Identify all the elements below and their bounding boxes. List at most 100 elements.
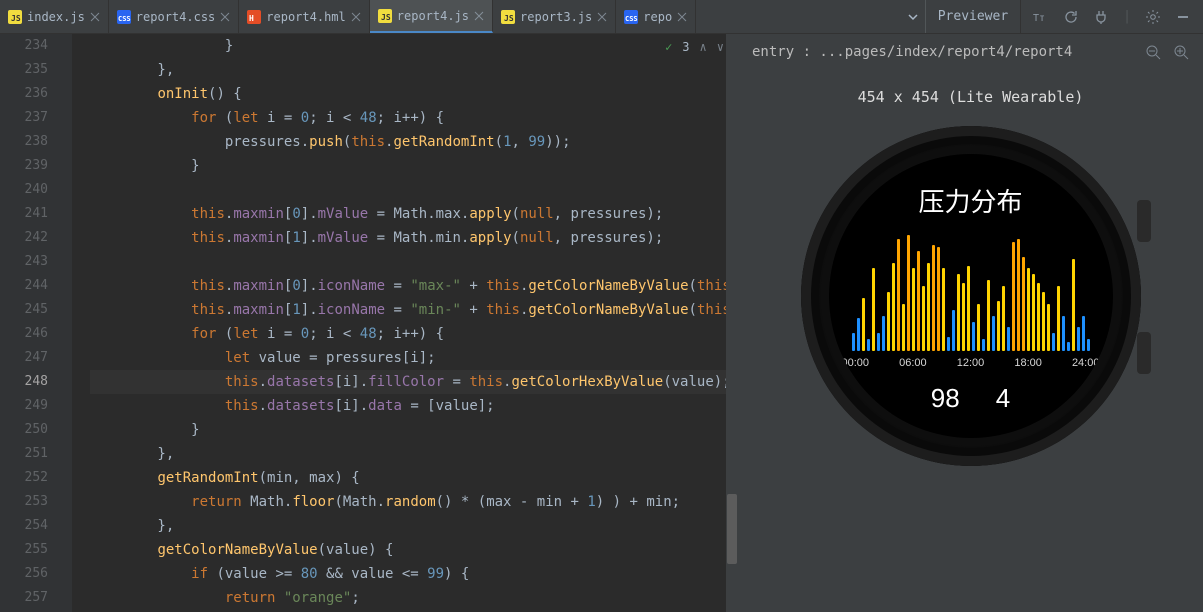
zoom-in-icon[interactable] [1173,44,1189,60]
line-number[interactable]: 256 [0,562,48,586]
line-number[interactable]: 247 [0,346,48,370]
code-line[interactable]: this.maxmin[0].mValue = Math.max.apply(n… [90,202,738,226]
line-number[interactable]: 248 [0,370,48,394]
code-line[interactable]: if (value >= 80 && value <= 99) { [90,562,738,586]
code-line[interactable]: this.maxmin[1].mValue = Math.min.apply(n… [90,226,738,250]
tab-label: report3.js [520,10,592,24]
code-line[interactable]: getColorNameByValue(value) { [90,538,738,562]
tab-report4-js[interactable]: JS report4.js [370,0,493,33]
zoom-out-icon[interactable] [1145,44,1161,60]
code-line[interactable]: } [90,418,738,442]
bar [967,266,970,351]
bar [1077,327,1080,351]
line-number[interactable]: 242 [0,226,48,250]
code-line[interactable]: getRandomInt(min, max) { [90,466,738,490]
text-size-icon[interactable]: Tт [1033,9,1049,25]
tab-index-js[interactable]: JSindex.js [0,0,109,33]
max-value: 98 [931,383,960,414]
line-number[interactable]: 251 [0,442,48,466]
file-icon: JS [378,9,392,23]
file-icon: H [247,10,261,24]
code-line[interactable]: return Math.floor(Math.random() * (max -… [90,490,738,514]
tab-report3-js[interactable]: JSreport3.js [493,0,616,33]
code-line[interactable]: this.maxmin[1].iconName = "min-" + this.… [90,298,738,322]
code-line[interactable]: }, [90,514,738,538]
line-number[interactable]: 239 [0,154,48,178]
line-number[interactable]: 238 [0,130,48,154]
inspection-widget[interactable]: ✓ 3 ∧ ∨ [665,40,724,54]
bar [957,274,960,351]
close-icon[interactable] [220,12,230,22]
bar [1027,268,1030,351]
watch-device-frame: 压力分布 00:0006:0012:0018:0024:00 98 4 [801,126,1141,466]
line-number[interactable]: 249 [0,394,48,418]
next-highlight-icon[interactable]: ∨ [717,40,724,54]
line-number[interactable]: 237 [0,106,48,130]
bar [1007,327,1010,351]
line-number[interactable]: 255 [0,538,48,562]
code-line[interactable]: for (let i = 0; i < 48; i++) { [90,106,738,130]
tab-repo[interactable]: CSSrepo [616,0,696,33]
line-number[interactable]: 241 [0,202,48,226]
svg-text:JS: JS [11,14,21,23]
code-line[interactable]: }, [90,58,738,82]
code-line[interactable]: for (let i = 0; i < 48; i++) { [90,322,738,346]
close-icon[interactable] [597,12,607,22]
bar [907,235,910,351]
code-line[interactable]: this.datasets[i].fillColor = this.getCol… [90,370,738,394]
minimize-icon[interactable] [1175,9,1191,25]
code-line[interactable]: return "orange"; [90,586,738,610]
editor-vertical-scrollbar[interactable] [726,34,738,612]
code-line[interactable]: } [90,34,738,58]
close-icon[interactable] [90,12,100,22]
gear-icon[interactable] [1145,9,1161,25]
line-number[interactable]: 254 [0,514,48,538]
chart-title: 压力分布 [918,182,1022,219]
line-number[interactable]: 244 [0,274,48,298]
code-line[interactable]: pressures.push(this.getRandomInt(1, 99))… [90,130,738,154]
tab-report4-css[interactable]: CSSreport4.css [109,0,239,33]
line-number[interactable]: 245 [0,298,48,322]
code-editor[interactable]: 2342352362372382392402412422432442452462… [0,34,738,612]
code-line[interactable]: this.maxmin[0].iconName = "max-" + this.… [90,274,738,298]
prev-highlight-icon[interactable]: ∧ [700,40,707,54]
code-line[interactable]: onInit() { [90,82,738,106]
line-number[interactable]: 257 [0,586,48,610]
line-number[interactable]: 240 [0,178,48,202]
line-number[interactable]: 234 [0,34,48,58]
code-line[interactable]: this.datasets[i].data = [value]; [90,394,738,418]
bar [1032,274,1035,351]
code-area[interactable]: } }, onInit() { for (let i = 0; i < 48; … [72,34,738,612]
tab-label: report4.js [397,9,469,23]
line-number[interactable]: 236 [0,82,48,106]
code-line[interactable]: }, [90,442,738,466]
plug-icon[interactable] [1093,9,1109,25]
line-number[interactable]: 243 [0,250,48,274]
line-number[interactable]: 253 [0,490,48,514]
file-icon: JS [8,10,22,24]
tab-report4-hml[interactable]: Hreport4.hml [239,0,369,33]
line-number[interactable]: 250 [0,418,48,442]
tab-label: repo [643,10,672,24]
code-line[interactable] [90,178,738,202]
bar [897,239,900,351]
line-number[interactable]: 246 [0,322,48,346]
code-line[interactable]: } [90,154,738,178]
code-line[interactable] [90,250,738,274]
code-line[interactable]: let value = pressures[i]; [90,346,738,370]
refresh-icon[interactable] [1063,9,1079,25]
close-icon[interactable] [474,11,484,21]
scrollbar-thumb[interactable] [727,494,737,564]
chevron-down-icon [907,11,919,23]
bar [877,333,880,351]
close-icon[interactable] [677,12,687,22]
previewer-panel: entry : ...pages/index/report4/report4 4… [738,34,1203,612]
tab-label: report4.hml [266,10,345,24]
bar [1067,342,1070,351]
line-number[interactable]: 252 [0,466,48,490]
line-number[interactable]: 235 [0,58,48,82]
tab-overflow-dropdown[interactable] [901,0,926,33]
tab-bar: JSindex.jsCSSreport4.cssHreport4.hmlJSre… [0,0,1203,34]
close-icon[interactable] [351,12,361,22]
watch-screen[interactable]: 压力分布 00:0006:0012:0018:0024:00 98 4 [829,154,1113,438]
